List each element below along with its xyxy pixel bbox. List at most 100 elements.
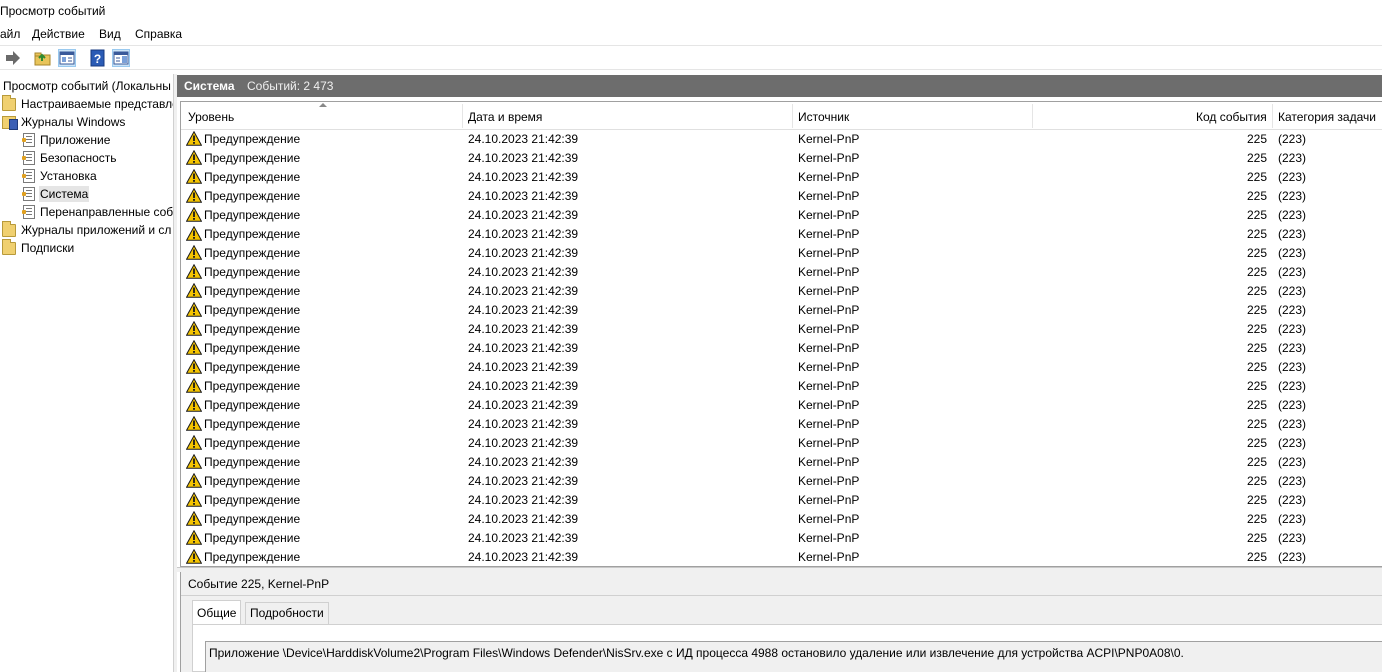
toolbar: ? [0, 45, 1382, 70]
event-details-panel: Событие 225, Kernel-PnP Общие Подробност… [180, 572, 1382, 672]
help-icon[interactable]: ? [89, 49, 107, 67]
column-separator[interactable] [1272, 104, 1273, 128]
cell-datetime: 24.10.2023 21:42:39 [468, 341, 579, 355]
cell-datetime: 24.10.2023 21:42:39 [468, 265, 579, 279]
cell-datetime: 24.10.2023 21:42:39 [468, 550, 579, 564]
tree-item-label: Подписки [21, 241, 75, 255]
action-pane-icon[interactable] [112, 49, 130, 67]
cell-category: (223) [1278, 379, 1307, 393]
table-row[interactable]: Предупреждение 24.10.2023 21:42:39 Kernel-… [181, 491, 1382, 510]
cell-event-id: 225 [1246, 132, 1267, 146]
cell-category: (223) [1278, 284, 1307, 298]
menu-help[interactable]: Справка [135, 27, 182, 41]
warning-icon [185, 282, 203, 298]
tree-item-system[interactable]: Система [22, 185, 90, 203]
table-row[interactable]: Предупреждение 24.10.2023 21:42:39 Kernel-… [181, 225, 1382, 244]
tree-root[interactable]: Просмотр событий (Локальны [0, 77, 172, 95]
table-row[interactable]: Предупреждение 24.10.2023 21:42:39 Kernel-… [181, 548, 1382, 566]
cell-level: Предупреждение [204, 246, 301, 260]
column-level[interactable]: Уровень [188, 110, 234, 130]
folder-up-icon[interactable] [34, 49, 52, 67]
cell-event-id: 225 [1246, 436, 1267, 450]
tree-item-security[interactable]: Безопасность [22, 149, 118, 167]
column-separator[interactable] [462, 104, 463, 128]
tab-details[interactable]: Подробности [245, 602, 329, 624]
table-row[interactable]: Предупреждение 24.10.2023 21:42:39 Kernel-… [181, 244, 1382, 263]
column-separator[interactable] [792, 104, 793, 128]
table-row[interactable]: Предупреждение 24.10.2023 21:42:39 Kernel-… [181, 434, 1382, 453]
cell-event-id: 225 [1246, 360, 1267, 374]
table-row[interactable]: Предупреждение 24.10.2023 21:42:39 Kernel-… [181, 472, 1382, 491]
menu-bar: айл Действие Вид Справка [0, 24, 1382, 44]
warning-icon [185, 453, 203, 469]
cell-level: Предупреждение [204, 436, 301, 450]
table-row[interactable]: Предупреждение 24.10.2023 21:42:39 Kernel-… [181, 339, 1382, 358]
table-row[interactable]: Предупреждение 24.10.2023 21:42:39 Kernel-… [181, 453, 1382, 472]
table-row[interactable]: Предупреждение 24.10.2023 21:42:39 Kernel-… [181, 168, 1382, 187]
console-tree: Просмотр событий (Локальны Настраиваемые… [0, 74, 173, 672]
cell-datetime: 24.10.2023 21:42:39 [468, 360, 579, 374]
cell-event-id: 225 [1246, 227, 1267, 241]
event-details-title: Событие 225, Kernel-PnP [188, 577, 330, 591]
table-row[interactable]: Предупреждение 24.10.2023 21:42:39 Kernel-… [181, 415, 1382, 434]
warning-icon [185, 510, 203, 526]
tree-item-label: Безопасность [40, 151, 117, 165]
tree-item-application[interactable]: Приложение [22, 131, 111, 149]
warning-icon [185, 529, 203, 545]
menu-view[interactable]: Вид [99, 27, 121, 41]
table-row[interactable]: Предупреждение 24.10.2023 21:42:39 Kernel-… [181, 377, 1382, 396]
table-row[interactable]: Предупреждение 24.10.2023 21:42:39 Kernel-… [181, 282, 1382, 301]
cell-datetime: 24.10.2023 21:42:39 [468, 531, 579, 545]
tree-item-setup[interactable]: Установка [22, 167, 98, 185]
cell-datetime: 24.10.2023 21:42:39 [468, 208, 579, 222]
menu-file[interactable]: айл [0, 27, 20, 41]
tree-item-forwarded-events[interactable]: Перенаправленные соб [22, 203, 173, 221]
table-row[interactable]: Предупреждение 24.10.2023 21:42:39 Kernel-… [181, 206, 1382, 225]
tree-item-windows-logs[interactable]: Журналы Windows [2, 113, 126, 131]
column-source[interactable]: Источник [798, 110, 849, 130]
tree-item-subscriptions[interactable]: Подписки [2, 238, 75, 257]
cell-level: Предупреждение [204, 265, 301, 279]
cell-level: Предупреждение [204, 303, 301, 317]
tab-general[interactable]: Общие [192, 600, 242, 625]
table-row[interactable]: Предупреждение 24.10.2023 21:42:39 Kernel-… [181, 130, 1382, 149]
cell-level: Предупреждение [204, 360, 301, 374]
warning-icon [185, 244, 203, 260]
cell-datetime: 24.10.2023 21:42:39 [468, 436, 579, 450]
cell-source: Kernel-PnP [798, 322, 860, 336]
table-row[interactable]: Предупреждение 24.10.2023 21:42:39 Kernel-… [181, 510, 1382, 529]
table-row[interactable]: Предупреждение 24.10.2023 21:42:39 Kernel-… [181, 358, 1382, 377]
column-category[interactable]: Категория задачи [1278, 110, 1376, 130]
table-row[interactable]: Предупреждение 24.10.2023 21:42:39 Kernel-… [181, 301, 1382, 320]
vertical-splitter[interactable] [173, 74, 177, 672]
log-icon [22, 169, 35, 183]
table-row[interactable]: Предупреждение 24.10.2023 21:42:39 Kernel-… [181, 320, 1382, 339]
column-datetime[interactable]: Дата и время [468, 110, 542, 130]
column-separator[interactable] [1032, 104, 1033, 128]
table-row[interactable]: Предупреждение 24.10.2023 21:42:39 Kernel-… [181, 529, 1382, 548]
cell-category: (223) [1278, 436, 1307, 450]
tree-root-label: Просмотр событий (Локальны [3, 79, 171, 93]
event-message-box[interactable]: Приложение \Device\HarddiskVolume2\Progr… [205, 641, 1382, 672]
table-row[interactable]: Предупреждение 24.10.2023 21:42:39 Kernel-… [181, 187, 1382, 206]
menu-action[interactable]: Действие [32, 27, 85, 41]
table-row[interactable]: Предупреждение 24.10.2023 21:42:39 Kernel-… [181, 396, 1382, 415]
cell-source: Kernel-PnP [798, 170, 860, 184]
cell-datetime: 24.10.2023 21:42:39 [468, 322, 579, 336]
tree-item-label: Установка [40, 169, 97, 183]
column-event-id[interactable]: Код события [1196, 110, 1267, 130]
cell-category: (223) [1278, 189, 1307, 203]
table-row[interactable]: Предупреждение 24.10.2023 21:42:39 Kernel-… [181, 263, 1382, 282]
tree-item-custom-views[interactable]: Настраиваемые представле [2, 94, 173, 113]
table-row[interactable]: Предупреждение 24.10.2023 21:42:39 Kernel-… [181, 149, 1382, 168]
folder-icon [2, 238, 16, 255]
tree-item-app-service-logs[interactable]: Журналы приложений и сл [2, 220, 172, 239]
show-hide-tree-icon[interactable] [58, 49, 76, 67]
divider [181, 595, 1382, 596]
cell-datetime: 24.10.2023 21:42:39 [468, 132, 579, 146]
tree-item-label: Перенаправленные соб [40, 205, 173, 219]
cell-datetime: 24.10.2023 21:42:39 [468, 455, 579, 469]
cell-event-id: 225 [1246, 474, 1267, 488]
forward-arrow-icon[interactable] [4, 49, 22, 67]
cell-level: Предупреждение [204, 512, 301, 526]
